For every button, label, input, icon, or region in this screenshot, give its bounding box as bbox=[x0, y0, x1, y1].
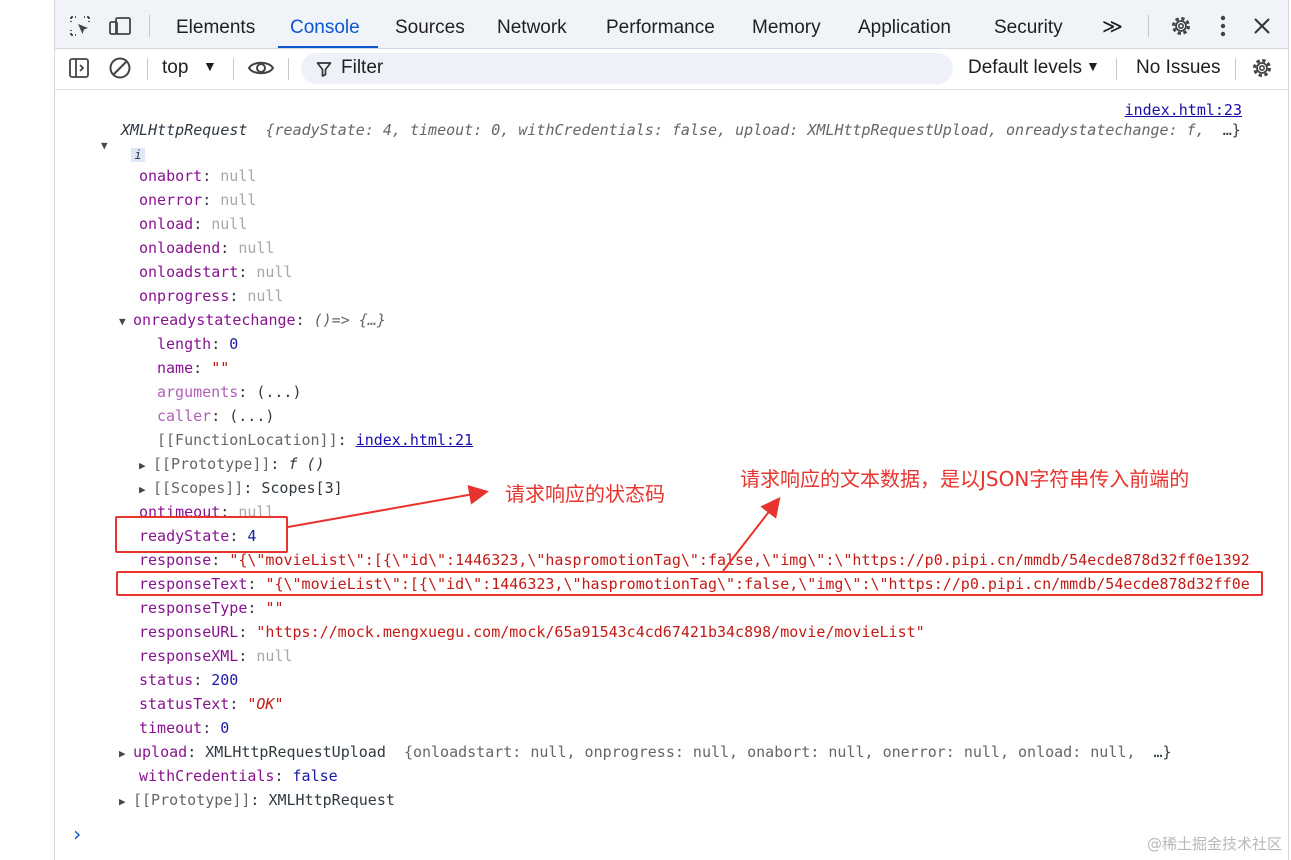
annotation-arrows bbox=[287, 484, 781, 572]
page-margin bbox=[0, 0, 54, 860]
status-code-annotation: 请求响应的状态码 bbox=[505, 482, 665, 506]
response-text-annotation: 请求响应的文本数据，是以JSON字符串传入前端的 bbox=[740, 467, 1190, 491]
devtools-window: Elements Console Sources Network Perform… bbox=[54, 0, 1289, 860]
arrow-to-text-label bbox=[722, 496, 781, 572]
arrow-to-status-label bbox=[287, 484, 489, 528]
watermark: @稀土掘金技术社区 bbox=[1146, 835, 1282, 853]
